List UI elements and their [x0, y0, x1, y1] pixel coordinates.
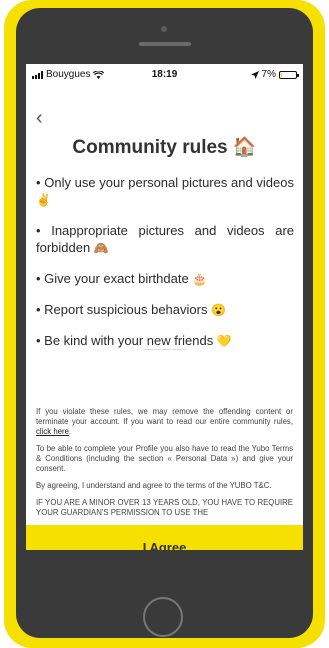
location-arrow-icon	[250, 70, 259, 79]
rules-list: • Only use your personal pictures and vi…	[36, 174, 294, 363]
front-camera	[161, 26, 167, 32]
home-button[interactable]	[143, 597, 183, 637]
status-bar: Bouygues 18:19 7%	[26, 64, 303, 84]
birthday-cake-icon: 🎂	[192, 272, 208, 286]
yellow-heart-icon: 💛	[216, 334, 232, 348]
legal-paragraph-terms: To be able to complete your Profile you …	[36, 444, 293, 473]
legal-paragraph-violations: If you violate these rules, we may remov…	[36, 407, 293, 437]
rule-item: • Report suspicious behaviors 😮	[36, 301, 294, 319]
rule-text: • Be kind with your new friends	[36, 333, 214, 348]
rule-item: • Be kind with your new friends 💛	[36, 332, 294, 350]
rule-text: • Inappropriate pictures and videos are …	[36, 223, 294, 255]
rule-item: • Give your exact birthdate 🎂	[36, 270, 294, 288]
rule-text: • Report suspicious behaviors	[36, 302, 208, 317]
see-no-evil-monkey-icon: 🙈	[93, 241, 109, 255]
legal-paragraph-1-text: If you violate these rules, we may remov…	[36, 407, 293, 426]
victory-hand-icon: ✌️	[36, 193, 51, 207]
rule-item: • Only use your personal pictures and vi…	[36, 174, 294, 209]
battery-icon	[279, 70, 299, 79]
status-right-group: 7%	[250, 69, 299, 80]
battery-level-fill	[281, 72, 282, 77]
legal-paragraph-minors: IF YOU ARE A MINOR OVER 13 YEARS OLD, YO…	[36, 498, 293, 517]
rule-text: • Give your exact birthdate	[36, 271, 189, 286]
legal-paragraph-agreement: By agreeing, I understand and agree to t…	[36, 481, 272, 490]
app-screen: Bouygues 18:19 7% ‹ Community rules 🏠 • …	[26, 64, 303, 550]
section-divider	[144, 349, 186, 350]
back-button[interactable]: ‹	[36, 108, 43, 128]
rule-text: • Only use your personal pictures and vi…	[36, 175, 294, 190]
legal-paragraph-1-end: .	[68, 427, 72, 436]
phone-body: Bouygues 18:19 7% ‹ Community rules 🏠 • …	[16, 8, 313, 638]
battery-percent: 7%	[261, 69, 276, 80]
earpiece-speaker	[139, 42, 191, 46]
phone-frame-yellow: Bouygues 18:19 7% ‹ Community rules 🏠 • …	[4, 0, 325, 648]
page-title: Community rules 🏠	[26, 135, 303, 159]
agree-button[interactable]: I Agree	[26, 525, 303, 550]
community-rules-link[interactable]: click here	[36, 427, 69, 436]
legal-text: If you violate these rules, we may remov…	[36, 407, 293, 525]
rule-item: • Inappropriate pictures and videos are …	[36, 222, 294, 257]
house-icon: 🏠	[232, 137, 257, 158]
page-title-text: Community rules	[72, 137, 228, 158]
chevron-left-icon: ‹	[36, 107, 43, 129]
surprised-face-icon: 😮	[211, 303, 227, 317]
